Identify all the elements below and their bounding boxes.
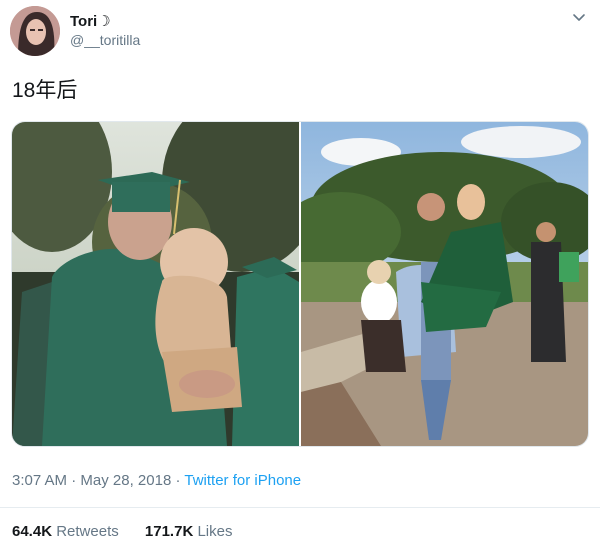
likes-label: Likes [197, 523, 233, 540]
recent-graduation-photo[interactable] [281, 122, 588, 446]
tweet-media[interactable] [11, 121, 589, 447]
likes-stat[interactable]: 171.7K Likes [145, 523, 233, 540]
vintage-graduation-photo[interactable] [12, 122, 322, 446]
meta-separator: · [71, 472, 77, 489]
likes-count: 171.7K [144, 523, 194, 540]
profile-photo-icon [10, 6, 60, 56]
chevron-down-icon[interactable] [570, 10, 588, 26]
avatar[interactable] [10, 6, 60, 56]
retweets-stat[interactable]: 64.4K Retweets [12, 523, 123, 540]
retweets-count: 64.4K [12, 523, 53, 540]
tweet-text: 18年后 [12, 79, 78, 102]
retweets-label: Retweets [56, 523, 119, 540]
tweet-timestamp: 3:07 AM · May 28, 2018 · Twitter for iPh… [12, 472, 301, 489]
tweet-stats: 64.4K Retweets 171.7K Likes [12, 523, 254, 540]
meta-separator: · [175, 472, 181, 489]
tweet-source-link[interactable]: Twitter for iPhone [184, 472, 301, 489]
tweet-date[interactable]: May 28, 2018 [80, 472, 171, 489]
tweet-time[interactable]: 3:07 AM [12, 472, 67, 489]
divider [0, 507, 600, 508]
display-name[interactable]: Tori☽ [70, 12, 111, 30]
user-handle[interactable]: @__toritilla [70, 32, 140, 48]
